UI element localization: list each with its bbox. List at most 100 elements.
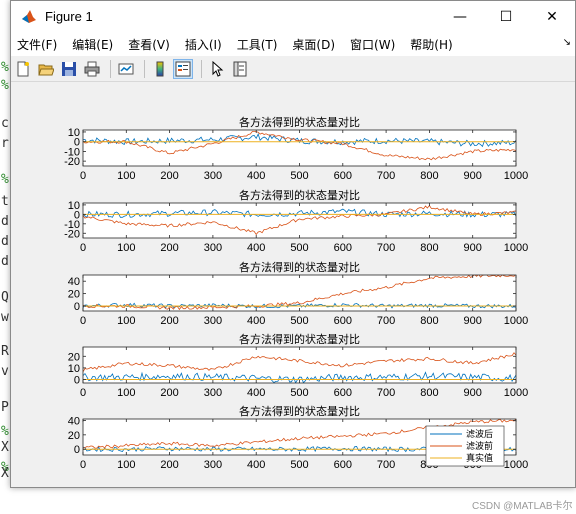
- toolbar-separator: [201, 59, 202, 78]
- save-icon[interactable]: [59, 59, 79, 79]
- legend-icon[interactable]: [173, 58, 193, 79]
- figure-canvas[interactable]: 各方法得到的状态量对比 0 100 200 300 400 500 600 700 800 900 1…: [11, 83, 575, 487]
- x-tick-label: 600: [334, 459, 352, 471]
- y-tick-label: 0: [74, 444, 80, 456]
- property-inspector-icon[interactable]: [230, 59, 250, 79]
- editor-line-fragment: X: [1, 440, 9, 455]
- x-tick-label: 100: [117, 315, 135, 327]
- x-tick-label: 700: [377, 315, 395, 327]
- legend: 滤波后滤波前真实值: [425, 425, 505, 467]
- editor-line-fragment: d: [1, 254, 9, 269]
- menu-insert[interactable]: 插入(I): [185, 36, 222, 53]
- x-tick-label: 100: [117, 459, 135, 471]
- x-tick-label: 500: [290, 242, 308, 254]
- x-tick-label: 500: [290, 170, 308, 182]
- editor-line-fragment: P: [1, 400, 9, 415]
- editor-line-fragment: X: [1, 466, 9, 481]
- colorbar-icon[interactable]: [150, 59, 170, 79]
- x-tick-label: 200: [160, 459, 178, 471]
- x-tick-label: 900: [464, 315, 482, 327]
- editor-line-fragment: d: [1, 234, 9, 249]
- y-tick-label: 0: [74, 375, 80, 387]
- legend-label: 滤波前: [466, 440, 493, 452]
- menu-desktop[interactable]: 桌面(D): [292, 36, 335, 53]
- editor-line-fragment: d: [1, 214, 9, 229]
- y-tick-label: 10: [68, 363, 80, 375]
- chart-title: 各方法得到的状态量对比: [239, 115, 360, 129]
- figure-window: Figure 1 — ☐ ✕ 文件(F) 编辑(E) 查看(V) 插入(I) 工…: [10, 0, 576, 488]
- new-figure-icon[interactable]: [13, 59, 33, 79]
- editor-line-fragment: %: [1, 60, 9, 75]
- title-bar[interactable]: Figure 1 — ☐ ✕: [11, 1, 575, 32]
- x-tick-label: 700: [377, 170, 395, 182]
- open-file-icon[interactable]: [36, 59, 56, 79]
- x-tick-label: 500: [290, 459, 308, 471]
- print-icon[interactable]: [82, 59, 102, 79]
- x-tick-label: 500: [290, 315, 308, 327]
- chart-axes-2: 各方法得到的状态量对比 0 100 200 300 400 500 600 700 800 900 1…: [64, 188, 528, 254]
- maximize-button[interactable]: ☐: [483, 1, 529, 32]
- dock-figure-icon[interactable]: ↘: [563, 37, 571, 48]
- menu-help[interactable]: 帮助(H): [410, 36, 452, 53]
- pointer-icon[interactable]: [207, 59, 227, 79]
- x-tick-label: 700: [377, 459, 395, 471]
- x-tick-label: 900: [464, 387, 482, 399]
- x-tick-label: 600: [334, 242, 352, 254]
- chart-axes-1: 各方法得到的状态量对比 0 100 200 300 400 500 600 700 800 900 1…: [64, 115, 528, 182]
- chart-title: 各方法得到的状态量对比: [239, 188, 360, 202]
- chart-axes-4: 各方法得到的状态量对比0 100 200 300 400 500 600 700 800 900 1…: [68, 332, 528, 399]
- plot-area: [83, 203, 516, 238]
- editor-line-fragment: R: [1, 344, 9, 359]
- toolbar: [11, 56, 575, 82]
- x-tick-label: 600: [334, 170, 352, 182]
- editor-line-fragment: v: [1, 364, 9, 379]
- x-tick-label: 600: [334, 315, 352, 327]
- matlab-logo-icon: [22, 9, 36, 23]
- y-tick-label: 0: [74, 301, 80, 313]
- chart-axes-3: 各方法得到的状态量对比0 100 200 300 400 500 600 700 800 900 1…: [68, 260, 528, 327]
- menu-edit[interactable]: 编辑(E): [72, 36, 113, 53]
- x-tick-label: 800: [420, 315, 438, 327]
- x-tick-label: 800: [420, 170, 438, 182]
- x-tick-label: 1000: [504, 170, 528, 182]
- y-tick-label: 20: [68, 289, 80, 301]
- x-tick-label: 300: [204, 387, 222, 399]
- x-tick-label: 400: [247, 315, 265, 327]
- figure-plots: 各方法得到的状态量对比0 100 200 300 400 500 600 700 800 900 1…: [64, 115, 528, 471]
- editor-line-fragment: r: [1, 136, 9, 151]
- editor-line-fragment: %: [1, 424, 9, 439]
- editor-line-fragment: c: [1, 116, 9, 131]
- minimize-button[interactable]: —: [437, 1, 483, 32]
- x-tick-label: 400: [247, 459, 265, 471]
- toolbar-separator: [110, 59, 111, 78]
- editor-line-fragment: %: [1, 78, 9, 93]
- editor-line-fragment: w: [1, 310, 9, 325]
- y-tick-label: -20: [64, 156, 80, 168]
- menu-bar: 文件(F) 编辑(E) 查看(V) 插入(I) 工具(T) 桌面(D) 窗口(W…: [11, 32, 575, 56]
- x-tick-label: 0: [80, 315, 86, 327]
- x-tick-label: 400: [247, 170, 265, 182]
- x-tick-label: 900: [464, 170, 482, 182]
- chart-axes-5: 各方法得到的状态量对比01002003004005006007008009001…: [68, 404, 528, 471]
- x-tick-label: 0: [80, 387, 86, 399]
- x-tick-label: 300: [204, 315, 222, 327]
- chart-title: 各方法得到的状态量对比: [239, 260, 360, 274]
- chart-title: 各方法得到的状态量对比: [239, 404, 360, 418]
- menu-view[interactable]: 查看(V): [128, 36, 170, 53]
- legend-label: 真实值: [466, 452, 493, 464]
- x-tick-label: 1000: [504, 387, 528, 399]
- y-tick-label: 20: [68, 430, 80, 442]
- menu-tools[interactable]: 工具(T): [237, 36, 278, 53]
- x-tick-label: 300: [204, 459, 222, 471]
- menu-file[interactable]: 文件(F): [17, 36, 57, 53]
- x-tick-label: 400: [247, 242, 265, 254]
- link-plot-icon[interactable]: [116, 59, 136, 79]
- menu-window[interactable]: 窗口(W): [350, 36, 395, 53]
- legend-label: 滤波后: [466, 428, 493, 440]
- watermark: CSDN @MATLAB卡尔曼: [472, 501, 573, 512]
- x-tick-label: 700: [377, 242, 395, 254]
- x-tick-label: 1000: [504, 459, 528, 471]
- close-button[interactable]: ✕: [529, 1, 575, 32]
- x-tick-label: 200: [160, 242, 178, 254]
- x-tick-label: 200: [160, 170, 178, 182]
